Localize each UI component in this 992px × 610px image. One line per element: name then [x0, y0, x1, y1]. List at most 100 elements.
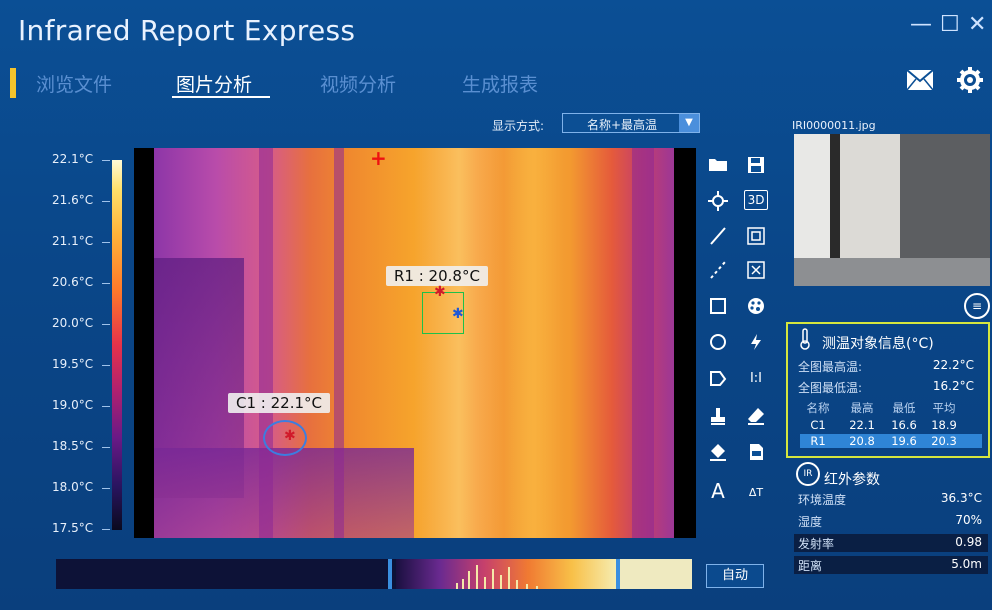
table-cell: 19.6: [891, 434, 917, 448]
temperature-histogram[interactable]: [56, 559, 692, 589]
ir-param-label: 距离: [798, 559, 823, 573]
gear-icon[interactable]: [956, 66, 984, 101]
ir-param-value[interactable]: 36.3°C: [941, 491, 982, 505]
thermal-warm-region: [414, 148, 504, 538]
scale-tick: [102, 324, 110, 325]
ir-param-row: 发射率 0.98: [794, 534, 988, 552]
crosshair-marker[interactable]: +: [370, 146, 387, 170]
tab-indicator: [10, 68, 16, 98]
scale-tick-label: 20.6°C: [52, 275, 94, 289]
crosshair-icon[interactable]: [706, 190, 730, 212]
histogram-gradient: [396, 559, 616, 589]
histogram-bar: [508, 567, 510, 589]
thermal-warm-region: [504, 148, 564, 538]
flash-icon[interactable]: [744, 332, 768, 354]
mail-icon[interactable]: [906, 68, 934, 98]
close-button[interactable]: ✕: [968, 12, 986, 37]
scale-tick-label: 20.0°C: [52, 316, 94, 330]
auto-button[interactable]: 自动: [706, 564, 764, 588]
r1-marker-label[interactable]: R1 : 20.8°C: [386, 266, 488, 286]
export-icon[interactable]: [744, 442, 768, 464]
histogram-bar: [468, 571, 470, 589]
table-row-selected[interactable]: R1 20.8 19.6 20.3: [800, 434, 982, 448]
file-name: IRI0000011.jpg: [792, 119, 876, 132]
ir-param-value[interactable]: 0.98: [955, 535, 982, 549]
preview-floor-region: [794, 258, 990, 286]
ir-params-title: 红外参数: [824, 472, 880, 488]
table-header-cell: 最高: [850, 401, 874, 415]
histogram-bar: [500, 575, 502, 589]
table-cell: C1: [810, 418, 826, 432]
stamp-icon[interactable]: [706, 406, 730, 428]
delete-icon[interactable]: [744, 260, 768, 282]
min-temp-label: 全图最低温:: [798, 381, 863, 395]
eraser-icon[interactable]: [744, 406, 768, 428]
max-temp-marker-icon: ✱: [434, 284, 446, 300]
max-temp-value: 22.2°C: [932, 358, 974, 372]
thermal-stripe: [334, 148, 344, 538]
table-header-row: 名称 最高 最低 平均: [800, 400, 980, 415]
palette-icon[interactable]: [744, 296, 768, 318]
histogram-bar: [516, 580, 518, 589]
thermometer-icon: [798, 328, 812, 354]
scale-tick: [102, 488, 110, 489]
scale-tick-label: 21.6°C: [52, 193, 94, 207]
ir-param-value[interactable]: 70%: [955, 513, 982, 527]
table-cell: 16.6: [891, 418, 917, 432]
thermal-stripe: [632, 148, 654, 538]
info-icon[interactable]: ≡: [964, 293, 990, 319]
ir-param-label: 湿度: [798, 515, 823, 529]
display-mode-select[interactable]: 名称+最高温 ▼: [562, 113, 700, 133]
copy-icon[interactable]: [744, 226, 768, 248]
save-icon[interactable]: [744, 156, 768, 178]
table-row[interactable]: C1 22.1 16.6 18.9: [800, 418, 980, 432]
histogram-bar: [484, 577, 486, 589]
3d-view-button[interactable]: 3D: [744, 190, 768, 210]
minimize-button[interactable]: —: [910, 12, 932, 37]
folder-icon[interactable]: [706, 156, 730, 178]
histogram-bar: [492, 569, 494, 589]
table-cell: 20.8: [849, 434, 875, 448]
tab-image-analysis[interactable]: 图片分析: [176, 70, 252, 97]
polygon-icon[interactable]: [706, 368, 730, 390]
scale-tick: [102, 201, 110, 202]
ratio-button[interactable]: I:I: [744, 368, 768, 390]
histogram-bar: [526, 584, 528, 589]
measurement-panel-title: 测温对象信息(°C): [822, 336, 934, 352]
histogram-low-slider[interactable]: [388, 559, 392, 589]
table-cell: 22.1: [849, 418, 875, 432]
circle-icon[interactable]: [706, 332, 730, 354]
tab-browse-files[interactable]: 浏览文件: [36, 70, 112, 97]
thermal-image[interactable]: [134, 148, 696, 538]
app-title: Infrared Report Express: [18, 14, 356, 47]
ir-badge-icon: IR: [796, 462, 820, 486]
scale-tick: [102, 365, 110, 366]
visible-light-preview[interactable]: [794, 134, 990, 286]
fill-icon[interactable]: [706, 442, 730, 464]
ir-param-value[interactable]: 5.0m: [951, 557, 982, 571]
min-temp-value: 16.2°C: [932, 379, 974, 393]
scale-tick: [102, 529, 110, 530]
ir-param-label: 环境温度: [798, 493, 847, 507]
rectangle-icon[interactable]: [706, 296, 730, 318]
table-cell: R1: [810, 434, 826, 448]
histogram-high-slider[interactable]: [616, 559, 620, 589]
thermal-stripe: [259, 148, 273, 538]
scale-tick: [102, 447, 110, 448]
text-size-button[interactable]: ΔT: [744, 482, 768, 504]
c1-marker-label[interactable]: C1 : 22.1°C: [228, 393, 330, 413]
histogram-bar: [462, 579, 464, 589]
histogram-bar: [476, 565, 478, 589]
table-cell: 20.3: [931, 434, 957, 448]
text-tool-button[interactable]: A: [706, 480, 730, 502]
dashed-line-icon[interactable]: [706, 260, 730, 282]
line-icon[interactable]: [706, 226, 730, 248]
ir-param-row: 环境温度 36.3°C: [794, 490, 988, 508]
chevron-down-icon[interactable]: ▼: [679, 114, 699, 132]
scale-tick: [102, 283, 110, 284]
scale-tick: [102, 406, 110, 407]
maximize-button[interactable]: ☐: [940, 12, 960, 37]
tab-generate-report[interactable]: 生成报表: [462, 70, 538, 97]
scale-tick-label: 21.1°C: [52, 234, 94, 248]
tab-video-analysis[interactable]: 视频分析: [320, 70, 396, 97]
